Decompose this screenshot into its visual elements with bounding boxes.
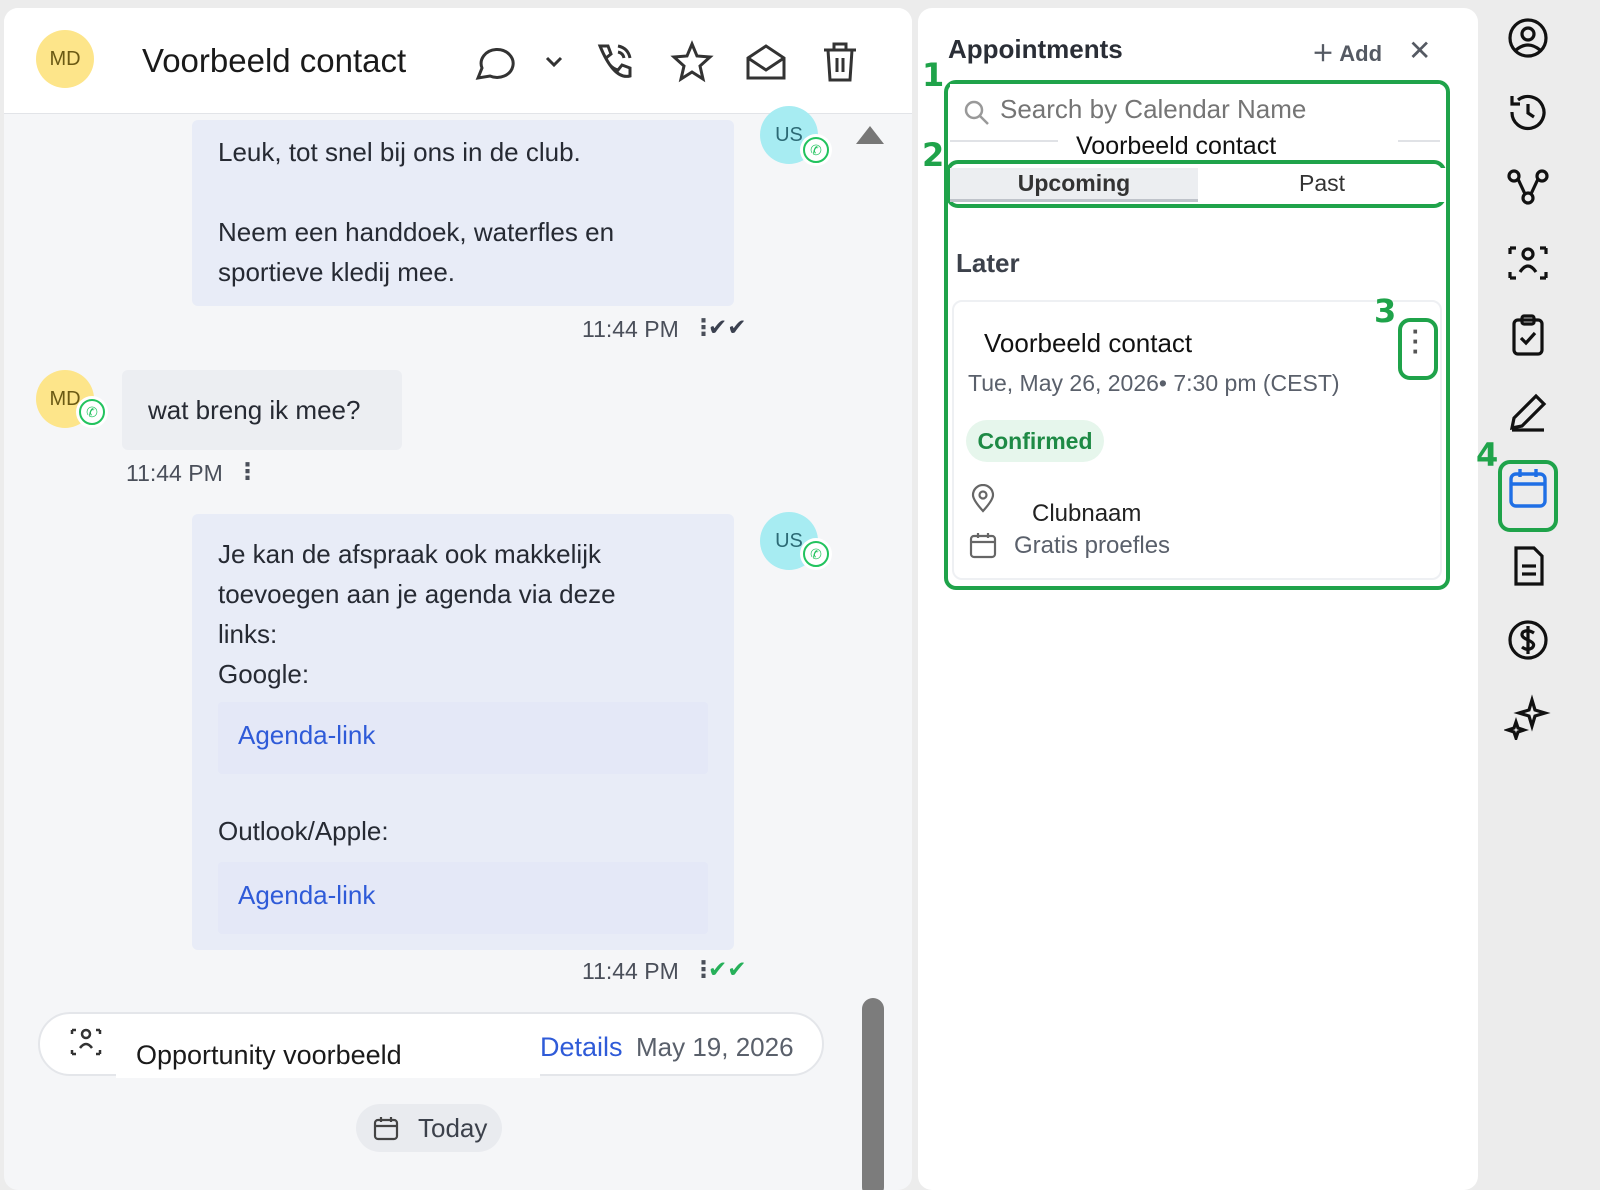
contact-profile-icon[interactable] — [1504, 14, 1552, 62]
annotation-number: 3 — [1374, 292, 1397, 330]
section-heading: Later — [956, 248, 1020, 278]
tab-upcoming[interactable]: Upcoming — [950, 168, 1198, 202]
opportunity-date: May 19, 2026 — [636, 1032, 794, 1062]
link-preview[interactable]: Agenda-link — [218, 702, 708, 774]
message-timestamp: 11:44 PM — [582, 316, 679, 342]
document-icon[interactable] — [1504, 542, 1552, 590]
appointment-location: Clubnaam — [1014, 500, 1194, 534]
calendar-icon — [372, 1114, 400, 1142]
annotation-number: 4 — [1476, 436, 1499, 474]
payments-dollar-icon[interactable] — [1504, 616, 1552, 664]
tasks-icon[interactable] — [1504, 312, 1552, 360]
trash-icon[interactable] — [816, 38, 864, 86]
message-bubble-outgoing: Leuk, tot snel bij ons in de club. Neem … — [192, 120, 734, 306]
conversation-header: MD Voorbeeld contact — [4, 8, 912, 114]
today-label: Today — [418, 1113, 488, 1143]
appointment-title[interactable]: Voorbeeld contact — [984, 328, 1192, 359]
close-icon[interactable]: ✕ — [1408, 34, 1431, 67]
message-line: Je kan de afspraak ook makkelijk — [218, 539, 601, 569]
scroll-up-arrow[interactable] — [856, 126, 884, 144]
workflow-icon[interactable] — [1504, 162, 1552, 210]
message-menu-icon[interactable]: ⋮ — [236, 458, 259, 485]
calendar-link[interactable]: Agenda-link — [238, 720, 375, 751]
panel-title: Appointments — [948, 34, 1123, 64]
notes-pen-icon[interactable] — [1504, 388, 1552, 436]
calendar-icon[interactable] — [1504, 464, 1552, 512]
message-line: sportieve kledij mee. — [218, 257, 455, 287]
star-icon[interactable] — [668, 38, 716, 86]
appointment-menu-icon[interactable]: · · · — [1406, 318, 1426, 364]
appointment-datetime: Tue, May 26, 2026• 7:30 pm (CEST) — [968, 370, 1340, 396]
history-icon[interactable] — [1504, 88, 1552, 136]
opportunities-icon[interactable] — [1504, 238, 1552, 286]
contact-avatar[interactable]: MD — [36, 30, 94, 88]
whatsapp-icon: ✆ — [800, 538, 832, 570]
annotation-number: 2 — [922, 136, 945, 174]
message-line: Leuk, tot snel bij ons in de club. — [218, 137, 581, 167]
search-icon — [962, 98, 992, 128]
message-bubble-incoming: wat breng ik mee? — [122, 370, 402, 450]
whatsapp-icon: ✆ — [800, 134, 832, 166]
message-line: Neem een handdoek, waterfles en — [218, 217, 615, 247]
read-receipt-icon: ✔✔ — [708, 956, 747, 982]
message-line: Google: — [218, 659, 310, 689]
message-line: toevoegen aan je agenda via deze — [218, 579, 616, 609]
conversation-panel: MD Voorbeeld contact Leuk, tot snel bij … — [4, 8, 912, 1190]
scrollbar-thumb[interactable] — [862, 998, 884, 1190]
message-line: Outlook/Apple: — [218, 816, 389, 846]
chevron-down-icon[interactable] — [530, 38, 563, 86]
read-receipt-icon: ✔✔ — [708, 314, 747, 340]
date-separator: Today — [356, 1104, 502, 1152]
mail-open-icon[interactable] — [742, 38, 790, 86]
ai-sparkle-icon[interactable] — [1502, 692, 1552, 744]
opportunity-icon — [68, 1024, 104, 1060]
contact-name[interactable]: Voorbeeld contact — [120, 32, 474, 94]
status-badge: Confirmed — [966, 420, 1104, 462]
add-appointment-button[interactable]: ＋ Add — [1312, 36, 1382, 68]
location-pin-icon — [968, 483, 998, 514]
opportunity-name[interactable]: Opportunity voorbeeld — [116, 1030, 540, 1078]
message-timestamp: 11:44 PM — [582, 958, 679, 984]
appointment-calendar: Gratis proefles — [1014, 532, 1171, 559]
phone-icon[interactable] — [590, 38, 638, 86]
annotation-number: 1 — [922, 56, 945, 94]
tab-past[interactable]: Past — [1198, 168, 1446, 202]
whatsapp-icon: ✆ — [76, 396, 108, 428]
calendar-icon — [968, 530, 998, 560]
search-input[interactable] — [1000, 94, 1420, 125]
message-line: wat breng ik mee? — [148, 395, 361, 425]
message-line: links: — [218, 619, 278, 649]
calendar-link[interactable]: Agenda-link — [238, 880, 375, 911]
chat-bubble-icon[interactable] — [470, 38, 518, 86]
details-link[interactable]: Details — [540, 1032, 623, 1063]
message-timestamp: 11:44 PM — [126, 460, 223, 486]
link-preview[interactable]: Agenda-link — [218, 862, 708, 934]
message-line — [218, 172, 734, 212]
